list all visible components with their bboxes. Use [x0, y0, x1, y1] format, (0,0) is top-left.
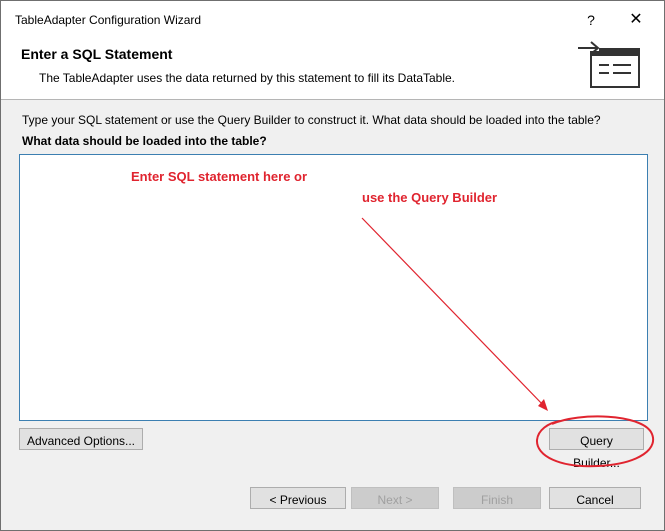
close-icon[interactable]: ✕ [621, 9, 651, 31]
annotation-enter-sql: Enter SQL statement here or [131, 169, 308, 184]
advanced-options-button[interactable]: Advanced Options... [19, 428, 143, 450]
instruction-text: Type your SQL statement or use the Query… [22, 113, 601, 127]
page-title: Enter a SQL Statement [21, 46, 173, 62]
previous-button[interactable]: < Previous [250, 487, 346, 509]
wizard-arrow-table-icon [577, 41, 640, 88]
window-title: TableAdapter Configuration Wizard [15, 13, 202, 27]
finish-button[interactable]: Finish [453, 487, 541, 509]
query-builder-button[interactable]: Query Builder... [549, 428, 644, 470]
wizard-header: Enter a SQL Statement The TableAdapter u… [1, 37, 664, 100]
wizard-window: TableAdapter Configuration Wizard ? ✕ En… [0, 0, 665, 531]
next-button[interactable]: Next > [351, 487, 439, 509]
annotation-query-builder: use the Query Builder [362, 190, 498, 205]
page-description: The TableAdapter uses the data returned … [39, 71, 456, 85]
sql-statement-textarea[interactable] [19, 154, 648, 421]
title-bar: TableAdapter Configuration Wizard ? ✕ [1, 1, 664, 37]
help-icon[interactable]: ? [579, 9, 603, 31]
sql-prompt-label: What data should be loaded into the tabl… [22, 134, 267, 148]
cancel-button[interactable]: Cancel [549, 487, 641, 509]
